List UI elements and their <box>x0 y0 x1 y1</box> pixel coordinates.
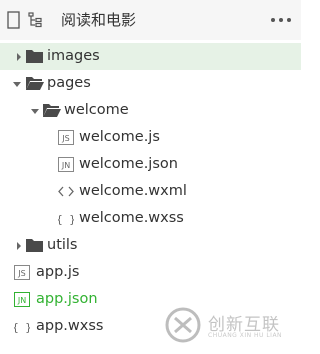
file-tree: images pages welcome JS welcome.js JN we… <box>0 43 301 340</box>
tree-item-label: welcome.wxss <box>79 210 184 226</box>
tree-item-label: welcome.json <box>79 156 178 172</box>
tree-item-label: pages <box>47 75 91 91</box>
svg-text:JS: JS <box>17 269 25 278</box>
svg-text:{ }: { } <box>58 213 74 226</box>
json-file-icon: JN <box>58 157 74 172</box>
tree-item-label: utils <box>47 237 78 253</box>
svg-text:JN: JN <box>61 161 70 170</box>
folder-icon <box>26 50 43 63</box>
folder-open-icon <box>43 104 61 117</box>
folder-icon <box>26 239 43 252</box>
tree-item-label: welcome.js <box>79 129 160 145</box>
more-button[interactable] <box>271 11 291 29</box>
project-title: 阅读和电影 <box>61 11 137 29</box>
chevron-right-icon[interactable] <box>15 53 23 61</box>
tree-item-welcome-wxml[interactable]: welcome.wxml <box>0 178 301 205</box>
more-icon <box>271 18 275 22</box>
tree-item-welcome-js[interactable]: JS welcome.js <box>0 124 301 151</box>
tree-item-pages[interactable]: pages <box>0 70 301 97</box>
json-file-icon: JN <box>14 292 30 307</box>
wxml-file-icon <box>58 186 74 197</box>
folder-open-icon <box>26 77 44 90</box>
tree-item-label: app.wxss <box>36 318 104 334</box>
tree-item-images[interactable]: images <box>0 43 301 70</box>
js-file-icon: JS <box>14 265 30 280</box>
wxss-file-icon: { } <box>58 213 74 226</box>
tree-item-welcome[interactable]: welcome <box>0 97 301 124</box>
project-header: 阅读和电影 <box>0 0 301 40</box>
chevron-down-icon[interactable] <box>31 107 39 115</box>
svg-text:JN: JN <box>17 296 26 305</box>
chevron-right-icon[interactable] <box>15 242 23 250</box>
tree-item-welcome-json[interactable]: JN welcome.json <box>0 151 301 178</box>
tree-item-label: app.js <box>36 264 80 280</box>
tree-item-label: welcome <box>64 102 129 118</box>
js-file-icon: JS <box>58 130 74 145</box>
svg-text:{ }: { } <box>14 321 30 334</box>
chevron-down-icon[interactable] <box>13 80 21 88</box>
tree-item-welcome-wxss[interactable]: { } welcome.wxss <box>0 205 301 232</box>
brand-logo-icon <box>165 307 201 343</box>
tree-item-label: welcome.wxml <box>79 183 187 199</box>
file-tree-icon[interactable] <box>27 10 45 30</box>
watermark-subtext: CHUANG XIN HU LIAN <box>208 332 283 339</box>
svg-text:JS: JS <box>61 134 69 143</box>
file-icon[interactable] <box>5 10 23 30</box>
watermark: 创新互联 CHUANG XIN HU LIAN <box>158 300 298 348</box>
tree-item-label: app.json <box>36 291 98 307</box>
tree-item-label: images <box>47 48 100 64</box>
tree-item-utils[interactable]: utils <box>0 232 301 259</box>
tree-item-app-js[interactable]: JS app.js <box>0 259 301 286</box>
wxss-file-icon: { } <box>14 321 30 334</box>
